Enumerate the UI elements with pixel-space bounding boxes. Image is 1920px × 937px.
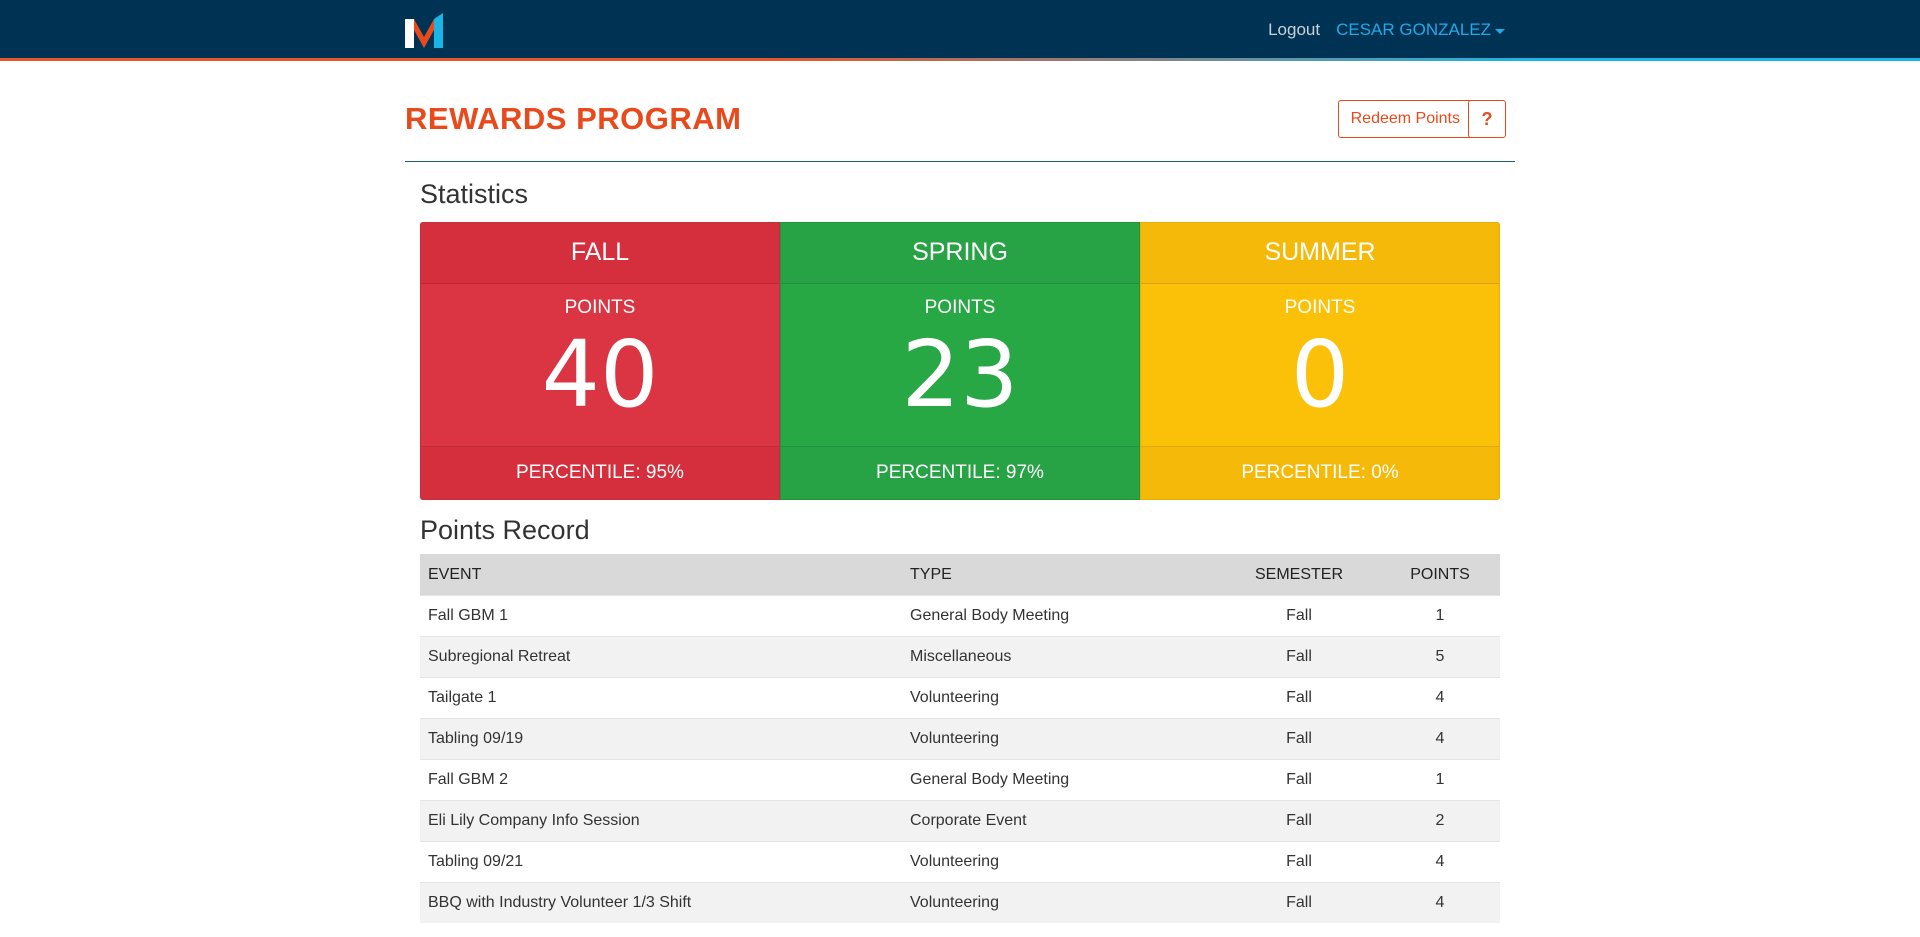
table-row: Tabling 09/19 Volunteering Fall 4 bbox=[420, 718, 1500, 760]
cell-event: Subregional Retreat bbox=[420, 636, 902, 678]
cell-event: Eli Lily Company Info Session bbox=[420, 800, 902, 842]
cell-semester: Fall bbox=[1218, 636, 1380, 678]
cell-type: Volunteering bbox=[902, 718, 1218, 760]
user-name: CESAR GONZALEZ bbox=[1336, 20, 1491, 39]
stat-points-label: POINTS bbox=[1284, 296, 1356, 318]
page-header: REWARDS PROGRAM Redeem Points ? bbox=[405, 61, 1515, 162]
stat-points-label: POINTS bbox=[924, 296, 996, 318]
stat-points-value: 23 bbox=[901, 320, 1019, 428]
points-record-table: EVENT TYPE SEMESTER POINTS Fall GBM 1 Ge… bbox=[420, 554, 1500, 923]
cell-semester: Fall bbox=[1218, 595, 1380, 637]
cell-type: Miscellaneous bbox=[902, 636, 1218, 678]
cell-event: Tabling 09/19 bbox=[420, 718, 902, 760]
cell-semester: Fall bbox=[1218, 677, 1380, 719]
stat-percentile: PERCENTILE: 97% bbox=[781, 447, 1139, 499]
table-row: Fall GBM 2 General Body Meeting Fall 1 bbox=[420, 759, 1500, 801]
user-menu[interactable]: CESAR GONZALEZ bbox=[1336, 20, 1505, 40]
cell-event: Fall GBM 1 bbox=[420, 595, 902, 637]
column-header-type: TYPE bbox=[902, 554, 1218, 596]
main-content: REWARDS PROGRAM Redeem Points ? Statisti… bbox=[405, 61, 1515, 923]
stat-season: SUMMER bbox=[1141, 223, 1499, 284]
statistics-cards: FALL POINTS 40 PERCENTILE: 95% SPRING PO… bbox=[420, 222, 1500, 500]
help-button[interactable]: ? bbox=[1468, 100, 1506, 138]
navbar: Logout CESAR GONZALEZ bbox=[0, 0, 1920, 61]
redeem-points-button[interactable]: Redeem Points bbox=[1337, 100, 1473, 138]
cell-points: 4 bbox=[1380, 882, 1500, 923]
cell-semester: Fall bbox=[1218, 718, 1380, 760]
column-header-event: EVENT bbox=[420, 554, 902, 596]
cell-points: 2 bbox=[1380, 800, 1500, 842]
cell-points: 1 bbox=[1380, 595, 1500, 637]
statistics-title: Statistics bbox=[420, 179, 529, 209]
table-body: Fall GBM 1 General Body Meeting Fall 1 S… bbox=[420, 595, 1500, 923]
cell-points: 4 bbox=[1380, 718, 1500, 760]
cell-semester: Fall bbox=[1218, 882, 1380, 923]
table-row: BBQ with Industry Volunteer 1/3 Shift Vo… bbox=[420, 882, 1500, 923]
table-header-row: EVENT TYPE SEMESTER POINTS bbox=[420, 554, 1500, 596]
caret-down-icon bbox=[1495, 28, 1505, 34]
cell-type: Volunteering bbox=[902, 841, 1218, 883]
cell-type: General Body Meeting bbox=[902, 759, 1218, 801]
cell-semester: Fall bbox=[1218, 800, 1380, 842]
cell-semester: Fall bbox=[1218, 841, 1380, 883]
table-row: Subregional Retreat Miscellaneous Fall 5 bbox=[420, 636, 1500, 678]
table-row: Tabling 09/21 Volunteering Fall 4 bbox=[420, 841, 1500, 883]
table-row: Eli Lily Company Info Session Corporate … bbox=[420, 800, 1500, 842]
cell-type: General Body Meeting bbox=[902, 595, 1218, 637]
cell-points: 5 bbox=[1380, 636, 1500, 678]
cell-event: BBQ with Industry Volunteer 1/3 Shift bbox=[420, 882, 902, 923]
table-row: Tailgate 1 Volunteering Fall 4 bbox=[420, 677, 1500, 719]
column-header-points: POINTS bbox=[1380, 554, 1500, 596]
cell-points: 1 bbox=[1380, 759, 1500, 801]
logo-icon[interactable] bbox=[405, 13, 443, 48]
logout-link[interactable]: Logout bbox=[1268, 20, 1320, 40]
cell-event: Tailgate 1 bbox=[420, 677, 902, 719]
cell-semester: Fall bbox=[1218, 759, 1380, 801]
stat-card-fall: FALL POINTS 40 PERCENTILE: 95% bbox=[420, 222, 780, 500]
stat-points-label: POINTS bbox=[564, 296, 636, 318]
stat-card-spring: SPRING POINTS 23 PERCENTILE: 97% bbox=[780, 222, 1140, 500]
column-header-semester: SEMESTER bbox=[1218, 554, 1380, 596]
table-row: Fall GBM 1 General Body Meeting Fall 1 bbox=[420, 595, 1500, 637]
cell-type: Volunteering bbox=[902, 882, 1218, 923]
page-title: REWARDS PROGRAM bbox=[405, 101, 742, 136]
stat-season: SPRING bbox=[781, 223, 1139, 284]
stat-percentile: PERCENTILE: 0% bbox=[1141, 447, 1499, 499]
stat-season: FALL bbox=[421, 223, 779, 284]
cell-type: Corporate Event bbox=[902, 800, 1218, 842]
cell-points: 4 bbox=[1380, 677, 1500, 719]
points-record-title: Points Record bbox=[420, 515, 590, 545]
cell-event: Tabling 09/21 bbox=[420, 841, 902, 883]
stat-points-value: 0 bbox=[1290, 320, 1350, 428]
stat-points-value: 40 bbox=[541, 320, 659, 428]
stat-card-summer: SUMMER POINTS 0 PERCENTILE: 0% bbox=[1140, 222, 1500, 500]
cell-type: Volunteering bbox=[902, 677, 1218, 719]
cell-points: 4 bbox=[1380, 841, 1500, 883]
stat-percentile: PERCENTILE: 95% bbox=[421, 447, 779, 499]
cell-event: Fall GBM 2 bbox=[420, 759, 902, 801]
